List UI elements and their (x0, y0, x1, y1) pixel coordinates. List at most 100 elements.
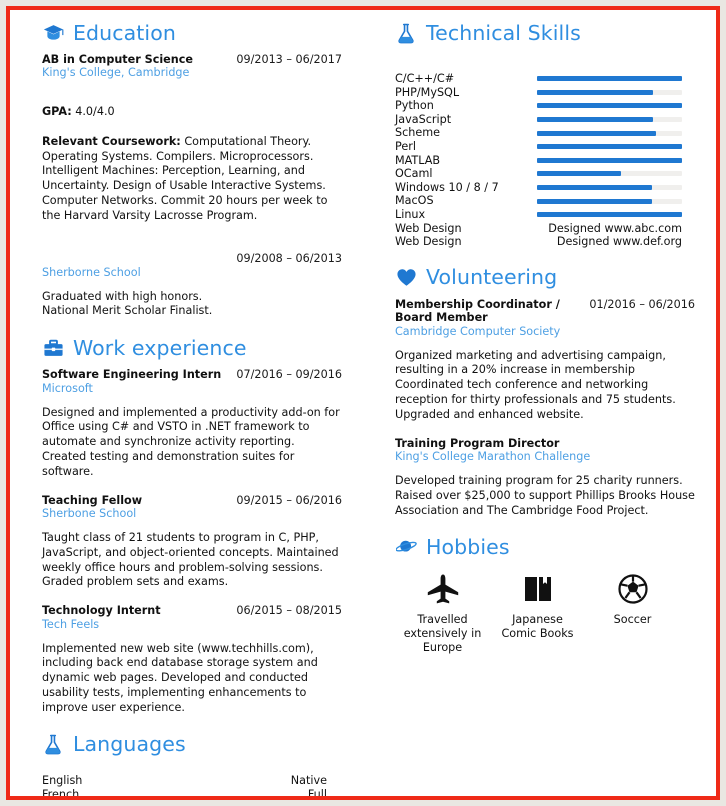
skill-note: Designed www.abc.com (548, 221, 682, 235)
hobby-label: Travelled extensively in Europe (403, 613, 482, 654)
skill-row: C/C++/C# (395, 72, 695, 86)
language-name: French (42, 787, 80, 796)
skill-bar-fill (537, 117, 653, 123)
skill-bar-fill (537, 157, 682, 163)
skill-name: Scheme (395, 126, 441, 140)
skill-row: PHP/MySQL (395, 86, 695, 100)
language-row: French Full (42, 788, 327, 796)
education-entry-1: AB in Computer Science 09/2013 – 06/2017… (42, 53, 342, 238)
skills-list: C/C++/C# PHP/MySQL Python JavaScript Scheme P… (395, 72, 695, 249)
education-entry-2-body: Graduated with high honors. National Mer… (42, 289, 213, 318)
section-technical-skills-header: Technical Skills (395, 22, 695, 44)
skill-bar-track (537, 185, 682, 191)
skill-bar-fill (537, 171, 622, 177)
skill-bar-track (537, 144, 682, 150)
skill-note: Designed www.def.org (556, 235, 682, 249)
skill-bar-track (537, 103, 682, 109)
book-icon (490, 572, 585, 606)
work-entry-2-row: Teaching Fellow 09/2015 – 06/2016 (42, 494, 342, 507)
screenshot-frame: Education AB in Computer Science 09/2013… (0, 0, 726, 806)
work-entry-2-date: 09/2015 – 06/2016 (236, 493, 342, 507)
skill-row: MacOS (395, 194, 695, 208)
skill-row: Linux (395, 208, 695, 222)
skill-row: MATLAB (395, 154, 695, 168)
volunteering-entry-2-title: Training Program Director (395, 436, 560, 450)
left-column: Education AB in Computer Science 09/2013… (42, 22, 342, 796)
briefcase-icon (42, 337, 64, 359)
volunteering-entry-1-body: Organized marketing and advertising camp… (395, 348, 676, 421)
section-work-experience-header: Work experience (42, 337, 342, 359)
skill-name: Python (395, 99, 434, 113)
heart-icon (395, 267, 417, 289)
work-entry-1-body: Designed and implemented a productivity … (42, 405, 340, 478)
coursework-label: Relevant Coursework: (42, 134, 181, 148)
hobby-label: Japanese Comic Books (501, 613, 574, 640)
skill-bar-track (537, 212, 682, 218)
section-education-header: Education (42, 22, 342, 44)
skill-row: OCaml (395, 167, 695, 181)
skill-bar-track (537, 157, 682, 163)
section-work-experience-title: Work experience (73, 336, 247, 360)
flask-icon (42, 734, 64, 756)
hobby-item-travel: Travelled extensively in Europe (395, 572, 490, 654)
education-entry-1-details: GPA: 4.0/4.0 Relevant Coursework: Comput… (42, 90, 342, 238)
skill-name: Perl (395, 140, 416, 154)
skill-name: OCaml (395, 167, 433, 181)
skill-bar-track (537, 117, 682, 123)
education-entry-2-row: 09/2008 – 06/2013 (42, 252, 342, 265)
skill-note-row: Web Design Designed www.def.org (395, 235, 695, 249)
skill-bar-fill (537, 198, 652, 204)
education-entry-2-date: 09/2008 – 06/2013 (236, 252, 342, 266)
section-volunteering-header: Volunteering (395, 267, 695, 289)
skill-bar-fill (537, 130, 656, 136)
skill-row: Scheme (395, 126, 695, 140)
work-entry-3-date: 06/2015 – 08/2015 (236, 604, 342, 618)
hobby-label: Soccer (613, 613, 652, 627)
work-entry-2: Teaching Fellow 09/2015 – 06/2016 Sherbo… (42, 494, 342, 591)
skill-note-row: Web Design Designed www.abc.com (395, 222, 695, 236)
volunteering-entry-1-row: Membership Coordinator / Board Member 01… (395, 298, 695, 325)
skill-row: Windows 10 / 8 / 7 (395, 181, 695, 195)
skill-name: C/C++/C# (395, 72, 455, 86)
skill-bar-fill (537, 76, 682, 82)
skill-name: MATLAB (395, 153, 441, 167)
gpa-value: 4.0/4.0 (71, 105, 115, 119)
section-languages-header: Languages (42, 734, 342, 756)
skill-bar-track (537, 89, 682, 95)
education-entry-1-title: AB in Computer Science (42, 53, 193, 66)
volunteering-entry-1-date: 01/2016 – 06/2016 (589, 297, 695, 311)
resume-page: Education AB in Computer Science 09/2013… (10, 10, 716, 796)
language-name: English (42, 773, 83, 787)
flask-icon (395, 22, 417, 44)
hobbies-grid: Travelled extensively in Europe Japanese… (395, 572, 695, 654)
language-level: Full (307, 787, 327, 796)
gpa-line: GPA: 4.0/4.0 (42, 105, 342, 120)
red-page-border: Education AB in Computer Science 09/2013… (6, 6, 720, 800)
languages-list: English Native French Full German Limite… (42, 774, 342, 797)
volunteering-entry-2: Training Program Director King's College… (395, 437, 695, 519)
skill-name: Web Design (395, 221, 462, 235)
work-entry-1-title: Software Engineering Intern (42, 368, 222, 382)
work-entry-1-date: 07/2016 – 09/2016 (236, 368, 342, 382)
education-entry-2: 09/2008 – 06/2013 Sherborne School Gradu… (42, 252, 342, 319)
section-volunteering-title: Volunteering (426, 265, 558, 290)
planet-icon (395, 536, 417, 558)
volunteering-entry-2-row: Training Program Director (395, 437, 695, 450)
section-hobbies-title: Hobbies (426, 535, 510, 560)
airplane-icon (395, 572, 490, 606)
soccer-ball-icon (585, 572, 680, 606)
volunteering-entry-1-title: Membership Coordinator / Board Member (395, 297, 560, 325)
education-entry-1-date: 09/2013 – 06/2017 (236, 53, 342, 66)
skill-bar-fill (537, 212, 682, 218)
work-entry-2-title: Teaching Fellow (42, 493, 143, 507)
skill-bar-track (537, 198, 682, 204)
section-technical-skills-title: Technical Skills (426, 20, 581, 45)
work-entry-3-body: Implemented new web site (www.techhills.… (42, 641, 318, 714)
work-entry-1: Software Engineering Intern 07/2016 – 09… (42, 368, 342, 479)
